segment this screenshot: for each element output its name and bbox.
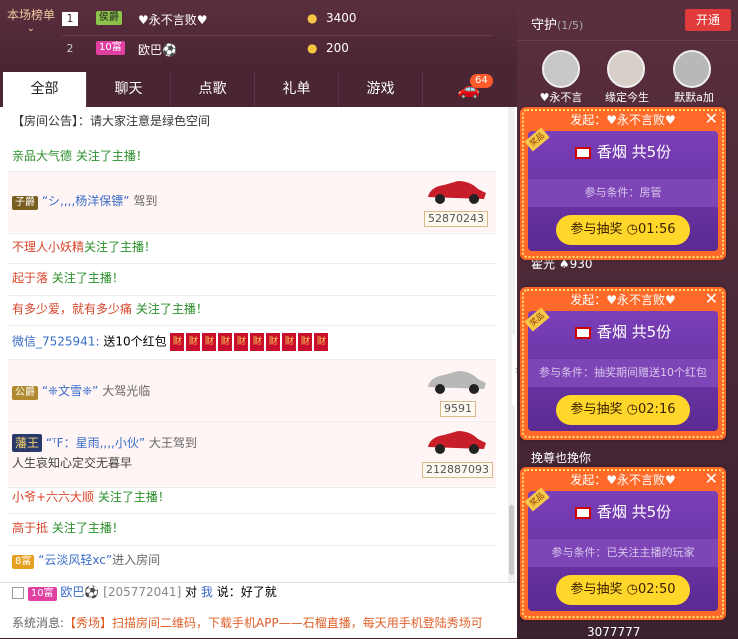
red-packet-message: 微信_7525941: 送10个红包 财财财财财财财财财财 xyxy=(12,333,330,351)
prize-title: 香烟 共5份 xyxy=(528,501,718,522)
car-count-badge: 64 xyxy=(470,74,493,88)
red-packet-icon[interactable]: 财 xyxy=(266,333,281,351)
chat-message: 藩王 “ᵀF：星雨,,,,小伙” 大王驾到 xyxy=(12,434,197,452)
rank-number: 2 xyxy=(66,42,74,55)
chevron-down-icon: ⌄ xyxy=(26,23,36,34)
rank-name: ♥永不言败♥ xyxy=(138,13,208,27)
coin-icon: ● xyxy=(307,11,318,25)
cigarette-icon xyxy=(574,326,591,339)
close-icon[interactable]: ✕ xyxy=(705,469,718,488)
red-packet-icon[interactable]: 财 xyxy=(250,333,265,351)
car-plate: 212887093 xyxy=(422,462,493,478)
avatar[interactable] xyxy=(607,50,645,88)
chat-message: 小爷+六六大顺 关注了主播！ xyxy=(12,490,170,504)
prize-title: 香烟 共5份 xyxy=(528,321,718,342)
clock-icon: ◷ xyxy=(626,582,639,597)
checkbox-icon xyxy=(12,586,24,599)
close-icon[interactable]: ✕ xyxy=(705,289,718,308)
close-icon[interactable]: ✕ xyxy=(705,109,718,128)
lottery-condition: 参与条件：抽奖期间赠送10个红包 xyxy=(528,359,718,387)
chat-messages[interactable]: 【房间公告】：请大家注意是绿色空间 亲品大气德 关注了主播！ 子爵 “シ,,,,… xyxy=(0,107,510,582)
chat-message: 亲品大气德 关注了主播！ xyxy=(12,149,148,163)
car-plate: 9591 xyxy=(440,401,476,417)
avatar[interactable] xyxy=(542,50,580,88)
rank-amount: 200 xyxy=(326,41,349,55)
guard-name: 默默a加 xyxy=(674,91,714,104)
car-icon xyxy=(428,371,486,394)
chat-message: 公爵 “❈文雪❈” 大驾光临 xyxy=(12,384,150,400)
lottery-popup: 发起：♥永不言败♥ ✕ 奖品 香烟 共5份 参与条件：房管 参与抽奖 ◷01:5… xyxy=(520,107,726,260)
red-packet-icon[interactable]: 财 xyxy=(218,333,233,351)
avatar[interactable] xyxy=(673,50,711,88)
lottery-popup: 发起：♥永不言败♥ ✕ 奖品 香烟 共5份 参与条件：已关注主播的玩家 参与抽奖… xyxy=(520,467,726,620)
lottery-condition: 参与条件：已关注主播的玩家 xyxy=(528,539,718,567)
red-packet-icon[interactable]: 财 xyxy=(282,333,297,351)
rank-row[interactable]: 1 侯爵 ♥永不言败♥ ● 3400 xyxy=(62,4,492,34)
chat-message: 高于抵 关注了主播！ xyxy=(12,521,124,535)
red-packet-icon[interactable]: 财 xyxy=(314,333,329,351)
chat-message: 人生哀知心定交无暮早 xyxy=(12,456,133,470)
chat-tabs: 全部 聊天 点歌 礼单 游戏 🚗 xyxy=(0,70,517,107)
chat-footer: 10富 欧巴⚽ [205772041] 对 我 说：好了就 系统消息:【秀场】扫… xyxy=(0,582,517,638)
tab-cars[interactable]: 🚗 xyxy=(424,72,514,107)
coin-icon: ● xyxy=(307,41,318,55)
cigarette-icon xyxy=(574,506,591,519)
guard-name: 缘定今生 xyxy=(605,91,649,104)
system-message: 系统消息:【秀场】扫描房间二维码，下载手机APP——石榴直播，每天用手机登陆秀场… xyxy=(12,616,483,630)
guard-title: 守护(1/5) xyxy=(531,18,584,33)
lottery-initiator: 发起：♥永不言败♥ xyxy=(570,113,676,127)
open-guard-button[interactable]: 开通 xyxy=(685,9,731,31)
chat-message: 8富 “云淡风轻xc”进入房间 xyxy=(12,553,160,569)
join-lottery-button[interactable]: 参与抽奖 ◷02:50 xyxy=(556,575,690,605)
red-packet-icon[interactable]: 财 xyxy=(298,333,313,351)
join-lottery-button[interactable]: 参与抽奖 ◷01:56 xyxy=(556,215,690,245)
clock-icon: ◷ xyxy=(626,222,639,237)
rank-name: 欧巴⚽ xyxy=(138,43,177,57)
rank-row[interactable]: 2 10富 欧巴⚽ ● 200 xyxy=(62,34,492,64)
lottery-condition: 参与条件：房管 xyxy=(528,179,718,207)
room-notice: 【房间公告】：请大家注意是绿色空间 xyxy=(12,114,211,128)
cigarette-icon xyxy=(574,146,591,159)
red-packet-icon[interactable]: 财 xyxy=(186,333,201,351)
lottery-initiator: 发起：♥永不言败♥ xyxy=(570,473,676,487)
ranking-toggle[interactable]: 本场榜单 ⌄ xyxy=(6,8,56,36)
red-packet-icon[interactable]: 财 xyxy=(170,333,185,351)
car-plate: 52870243 xyxy=(424,211,488,227)
viewer-row[interactable]: 3077777 xyxy=(587,625,738,639)
chat-panel: 本场榜单 ⌄ 1 侯爵 ♥永不言败♥ ● 3400 2 10富 欧巴⚽ ● 200… xyxy=(0,0,517,638)
rank-number: 1 xyxy=(62,12,78,26)
tab-games[interactable]: 游戏 xyxy=(339,72,423,107)
rank-badge: 侯爵 xyxy=(96,11,122,25)
chat-message: 10富 欧巴⚽ [205772041] 对 我 说：好了就 xyxy=(12,585,277,601)
lottery-initiator: 发起：♥永不言败♥ xyxy=(570,293,676,307)
chat-message: 不理人小妖精关注了主播！ xyxy=(12,240,157,254)
guard-name: ♥永不言 xyxy=(539,91,583,104)
viewer-row[interactable]: 挽尊也挽你 xyxy=(531,449,738,466)
tab-song[interactable]: 点歌 xyxy=(171,72,255,107)
chat-message: 子爵 “シ,,,,杨洋保镖” 驾到 xyxy=(12,194,157,210)
prize-title: 香烟 共5份 xyxy=(528,141,718,162)
ranking-board: 本场榜单 ⌄ 1 侯爵 ♥永不言败♥ ● 3400 2 10富 欧巴⚽ ● 200 xyxy=(0,0,517,70)
red-packet-icon[interactable]: 财 xyxy=(202,333,217,351)
rank-badge: 10富 xyxy=(96,41,125,55)
lottery-popup: 发起：♥永不言败♥ ✕ 奖品 香烟 共5份 参与条件：抽奖期间赠送10个红包 参… xyxy=(520,287,726,440)
rank-amount: 3400 xyxy=(326,11,357,25)
clock-icon: ◷ xyxy=(626,402,639,417)
car-icon xyxy=(428,181,486,204)
guard-panel: 守护(1/5) 开通 ♥永不言 缘定今生 默默a加 霍光 ♠930 挽尊也挽你 … xyxy=(517,0,738,639)
chat-message: 有多少爱，就有多少痛 关注了主播！ xyxy=(12,302,208,316)
chat-message: 起于落 关注了主播！ xyxy=(12,271,124,285)
tab-gifts[interactable]: 礼单 xyxy=(255,72,339,107)
join-lottery-button[interactable]: 参与抽奖 ◷02:16 xyxy=(556,395,690,425)
red-packet-icon[interactable]: 财 xyxy=(234,333,249,351)
car-icon xyxy=(428,431,486,454)
tab-all[interactable]: 全部 xyxy=(3,72,87,107)
tab-chat[interactable]: 聊天 xyxy=(87,72,171,107)
